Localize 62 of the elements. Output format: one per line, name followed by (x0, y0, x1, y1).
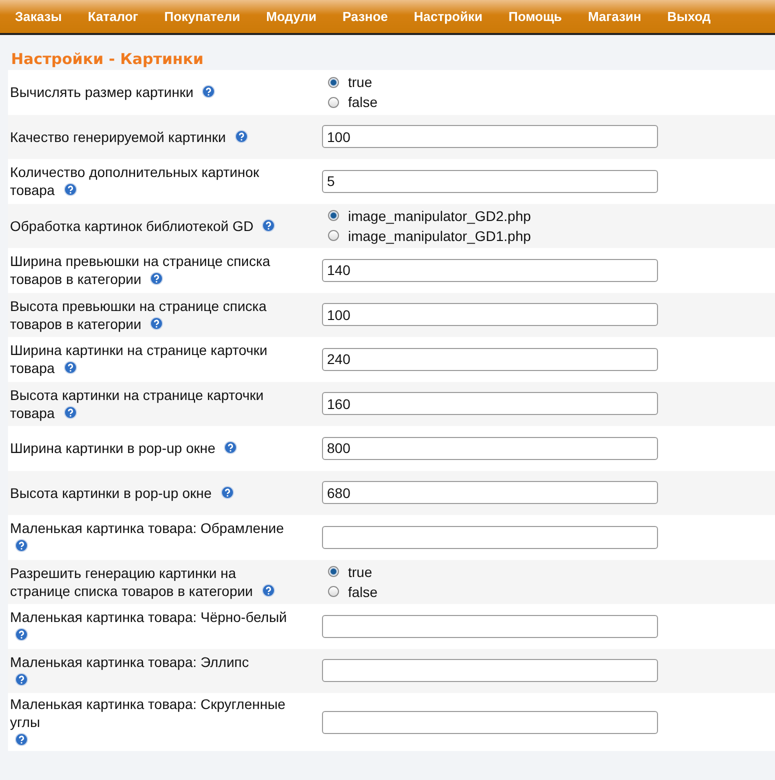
help-icon[interactable] (262, 584, 275, 597)
setting-label: товаров в категории (10, 271, 142, 288)
radio-label[interactable]: false (348, 92, 378, 112)
help-icon[interactable] (64, 361, 77, 374)
help-icon[interactable] (234, 130, 248, 143)
setting-label: Высота картинки на странице карточки (10, 386, 264, 403)
help-icon[interactable] (15, 539, 28, 552)
radio-button[interactable] (328, 96, 339, 108)
input-field[interactable]: 100 (322, 303, 658, 326)
setting-label: товаров в категории (10, 316, 142, 332)
help-icon[interactable] (150, 316, 164, 330)
input-field[interactable]: 5 (322, 170, 658, 193)
setting-label: Обработка картинок библиотекой GD (10, 218, 254, 234)
input-field[interactable] (322, 526, 658, 549)
input-field[interactable]: 680 (322, 481, 658, 504)
radio-label[interactable]: false (348, 582, 378, 602)
input-field[interactable]: 100 (322, 125, 658, 148)
setting-label: странице списка товаров в категории (10, 582, 253, 599)
setting-label: товара (10, 182, 55, 198)
setting-label: Вычислять размер картинки (10, 84, 194, 100)
input-field[interactable]: 140 (322, 258, 658, 282)
page-title: Настройки - Картинки (10, 49, 205, 70)
setting-label: Маленькая картинка товара: Обрамление (10, 520, 284, 536)
radio-label[interactable]: true (348, 562, 372, 582)
setting-label: Маленькая картинка товара: Эллипс (10, 654, 249, 670)
setting-label: Ширина картинки в pop-up окне (10, 440, 216, 456)
help-icon[interactable] (15, 672, 28, 686)
radio-button[interactable] (328, 230, 339, 242)
setting-label: Высота превьюшки на странице списка (10, 298, 267, 314)
setting-label: углы (10, 714, 40, 730)
help-icon[interactable] (15, 733, 28, 746)
setting-label: Ширина картинки на странице карточки (10, 342, 268, 358)
help-icon[interactable] (220, 486, 234, 499)
radio-label[interactable]: image_manipulator_GD1.php (348, 226, 531, 246)
setting-label: Маленькая картинка товара: Скругленные (10, 696, 286, 712)
setting-label: Разрешить генерацию картинки на (10, 564, 236, 581)
help-icon[interactable] (224, 441, 238, 454)
input-field[interactable] (322, 659, 658, 682)
radio-button[interactable] (328, 210, 339, 222)
input-field[interactable]: 160 (322, 392, 658, 416)
setting-label: товара (10, 404, 55, 421)
help-icon[interactable] (262, 218, 276, 232)
help-icon[interactable] (64, 406, 77, 419)
input-field[interactable]: 240 (322, 348, 658, 371)
setting-label: Качество генерируемой картинки (10, 128, 226, 145)
input-field[interactable]: 800 (322, 436, 658, 460)
setting-label: Маленькая картинка товара: Чёрно-белый (10, 609, 287, 626)
help-icon[interactable] (150, 272, 164, 286)
setting-label: товара (10, 360, 55, 376)
input-field[interactable] (322, 614, 658, 638)
setting-label: Высота картинки в pop-up окне (10, 484, 212, 501)
help-icon[interactable] (202, 85, 216, 98)
input-field[interactable] (322, 710, 658, 734)
setting-label: Ширина превьюшки на странице списка (10, 253, 270, 270)
radio-button[interactable] (328, 586, 339, 598)
radio-label[interactable]: true (348, 72, 372, 92)
setting-label: Количество дополнительных картинок (10, 164, 260, 180)
help-icon[interactable] (15, 628, 28, 642)
radio-button[interactable] (328, 566, 339, 578)
radio-label[interactable]: image_manipulator_GD2.php (348, 206, 531, 226)
radio-button[interactable] (328, 76, 339, 88)
help-icon[interactable] (64, 183, 77, 196)
